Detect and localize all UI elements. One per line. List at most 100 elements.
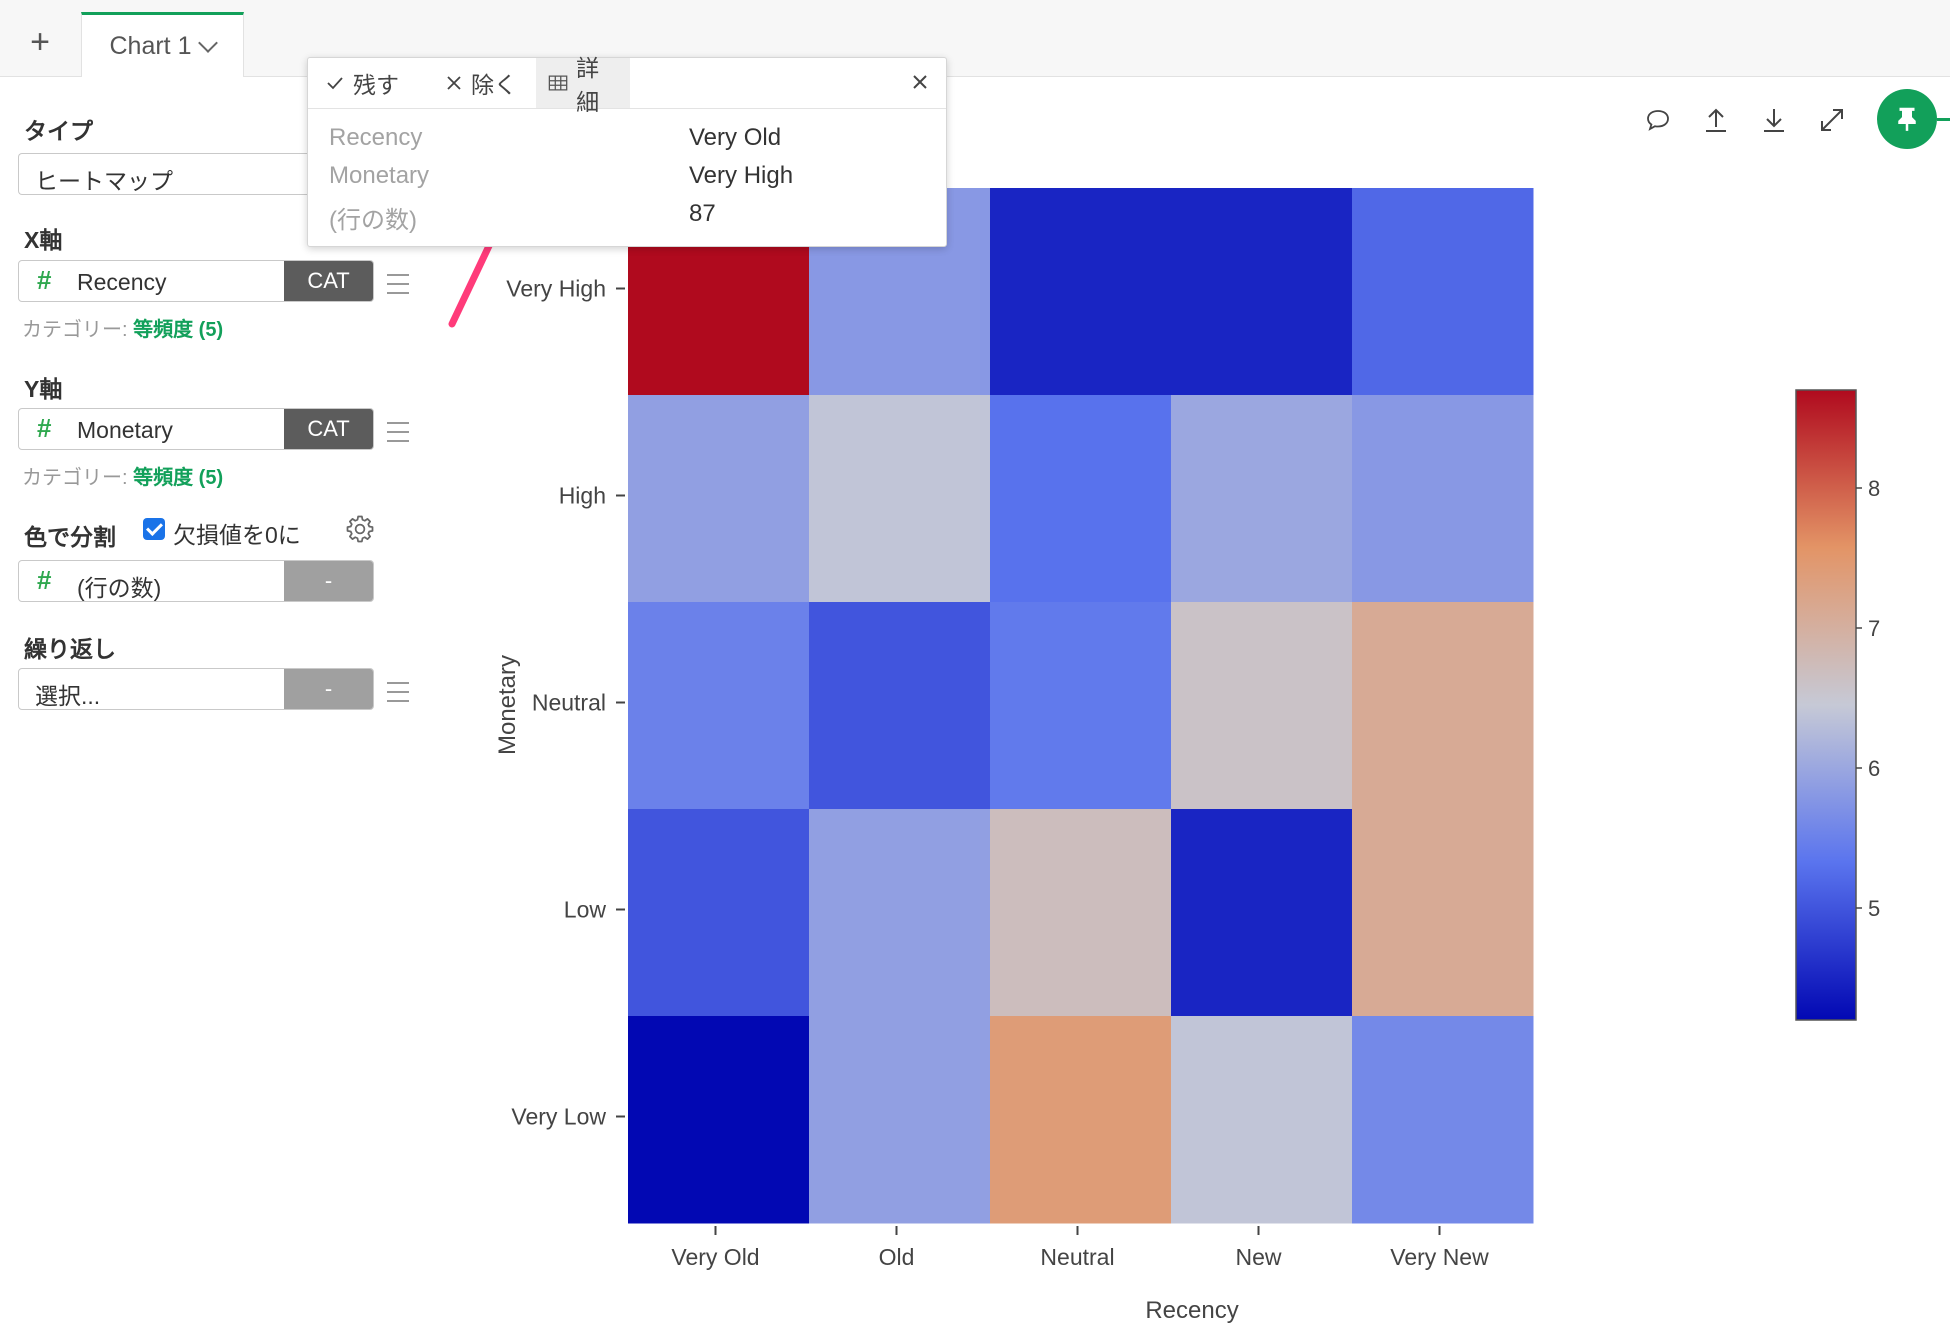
- y-axis-type-button[interactable]: CAT: [284, 409, 373, 449]
- check-icon: [327, 77, 343, 90]
- table-icon: [548, 75, 568, 91]
- heatmap-cell[interactable]: [1171, 809, 1353, 1017]
- colorbar-tick-label: 50: [1868, 896, 1880, 921]
- heatmap-cell[interactable]: [628, 1016, 810, 1224]
- heatmap-cell[interactable]: [1352, 188, 1534, 396]
- close-icon[interactable]: [906, 68, 934, 96]
- tab-chart-1[interactable]: Chart 1: [81, 12, 244, 77]
- y-tick-label: High: [559, 483, 606, 509]
- popup-row: Monetary: [329, 162, 430, 189]
- color-split-label: 色で分割: [24, 524, 116, 550]
- y-tick-label: Very Low: [511, 1104, 606, 1130]
- x-axis-category-link[interactable]: 等頻度 (5): [133, 319, 223, 341]
- chart-type-value: ヒートマップ: [35, 168, 173, 194]
- download-icon[interactable]: [1758, 104, 1790, 136]
- y-axis-title: Monetary: [494, 655, 521, 755]
- popup-row-value: 87: [689, 200, 716, 227]
- gear-icon[interactable]: [345, 514, 375, 544]
- detail-button[interactable]: 詳細: [536, 55, 630, 115]
- heatmap-cells: [628, 188, 1534, 1224]
- number-type-icon: #: [37, 265, 52, 295]
- y-axis-category-link[interactable]: 等頻度 (5): [133, 467, 223, 489]
- heatmap-cell[interactable]: [809, 395, 991, 603]
- repeat-label: 繰り返し: [24, 636, 116, 662]
- y-axis-field[interactable]: # Monetary CAT: [18, 408, 374, 450]
- missing-zero-checkbox[interactable]: [143, 518, 165, 540]
- x-axis-menu-icon[interactable]: [387, 274, 409, 294]
- heatmap-cell[interactable]: [628, 602, 810, 810]
- type-label: タイプ: [24, 118, 93, 144]
- heatmap-cell[interactable]: [1352, 809, 1534, 1017]
- pin-connector: [1937, 118, 1950, 121]
- heatmap-cell[interactable]: [990, 602, 1172, 810]
- remove-label: 除く: [471, 72, 517, 98]
- expand-icon[interactable]: [1816, 104, 1848, 136]
- heatmap-cell[interactable]: [809, 602, 991, 810]
- color-field[interactable]: # (行の数) -: [18, 560, 374, 602]
- upload-icon[interactable]: [1700, 104, 1732, 136]
- x-axis-title: Recency: [1145, 1297, 1238, 1324]
- number-type-icon: #: [37, 565, 52, 595]
- heatmap-cell[interactable]: [1352, 1016, 1534, 1224]
- heatmap-cell[interactable]: [1352, 395, 1534, 603]
- y-axis-field-name: Monetary: [77, 417, 173, 443]
- y-tick-label: Neutral: [532, 690, 606, 716]
- y-tick-label: Very High: [506, 276, 606, 302]
- popup-row-value: Very High: [689, 162, 794, 189]
- color-type-button[interactable]: -: [284, 561, 373, 601]
- x-tick-label: Old: [879, 1244, 915, 1270]
- keep-button[interactable]: 残す: [313, 58, 411, 108]
- heatmap-cell[interactable]: [990, 188, 1172, 396]
- x-tick-label: Very New: [1390, 1244, 1489, 1270]
- heatmap-cell[interactable]: [1171, 188, 1353, 396]
- y-axis-category-info: カテゴリー: 等頻度 (5): [22, 467, 224, 489]
- colorbar-tick-label: 60: [1868, 756, 1880, 781]
- x-tick-label: New: [1235, 1244, 1281, 1270]
- chart-type-select[interactable]: ヒートマップ: [18, 153, 328, 195]
- x-tick-label: Neutral: [1040, 1244, 1114, 1270]
- repeat-menu-icon[interactable]: [387, 682, 409, 702]
- tab-bar: + Chart 1: [0, 0, 1950, 77]
- popup-row: Recency: [329, 124, 423, 151]
- y-tick-label: Low: [564, 897, 607, 923]
- detail-label: 詳細: [576, 55, 600, 115]
- heatmap-cell[interactable]: [990, 395, 1172, 603]
- cell-detail-popup: 残す 除く 詳細 Recency Very Old Monetary Very …: [307, 55, 947, 247]
- colorbar: [1795, 389, 1857, 1021]
- pin-icon: [1898, 107, 1916, 131]
- x-axis-category-info: カテゴリー: 等頻度 (5): [22, 319, 224, 341]
- heatmap-cell[interactable]: [1171, 395, 1353, 603]
- repeat-type-button[interactable]: -: [284, 669, 373, 709]
- repeat-select[interactable]: 選択... -: [18, 668, 374, 710]
- colorbar-ticks: 50 60 70 80: [1856, 476, 1880, 921]
- heatmap-cell[interactable]: [628, 809, 810, 1017]
- pin-button[interactable]: [1877, 89, 1937, 149]
- tab-label: Chart 1: [109, 31, 192, 60]
- y-axis-menu-icon[interactable]: [387, 422, 409, 442]
- heatmap-cell[interactable]: [990, 809, 1172, 1017]
- heatmap-cell[interactable]: [628, 395, 810, 603]
- heatmap-cell[interactable]: [1352, 602, 1534, 810]
- x-axis-label: X軸: [24, 227, 63, 253]
- number-type-icon: #: [37, 413, 52, 443]
- heatmap-cell[interactable]: [809, 809, 991, 1017]
- heatmap-cell[interactable]: [1171, 1016, 1353, 1224]
- popup-toolbar: 残す 除く 詳細: [308, 55, 946, 115]
- heatmap-cell[interactable]: [1171, 602, 1353, 810]
- heatmap-cell[interactable]: [809, 1016, 991, 1224]
- chevron-down-icon[interactable]: [198, 33, 219, 53]
- comment-icon[interactable]: [1642, 104, 1674, 136]
- remove-button[interactable]: 除く: [433, 58, 529, 108]
- heatmap-chart[interactable]: Very Old Old Neutral New Very New Very High H…: [480, 170, 1880, 1330]
- x-axis-field[interactable]: # Recency CAT: [18, 260, 374, 302]
- repeat-placeholder: 選択...: [35, 683, 101, 709]
- colorbar-tick-label: 80: [1868, 476, 1880, 501]
- add-tab-button[interactable]: +: [20, 22, 60, 62]
- x-axis-ticks: Very Old Old Neutral New Very New: [671, 1226, 1489, 1270]
- missing-zero-label: 欠損値を0に: [173, 522, 301, 548]
- color-field-name: (行の数): [77, 575, 162, 601]
- cross-icon: [447, 76, 461, 90]
- popup-row: (行の数): [329, 207, 417, 234]
- x-axis-type-button[interactable]: CAT: [284, 261, 373, 301]
- heatmap-cell[interactable]: [990, 1016, 1172, 1224]
